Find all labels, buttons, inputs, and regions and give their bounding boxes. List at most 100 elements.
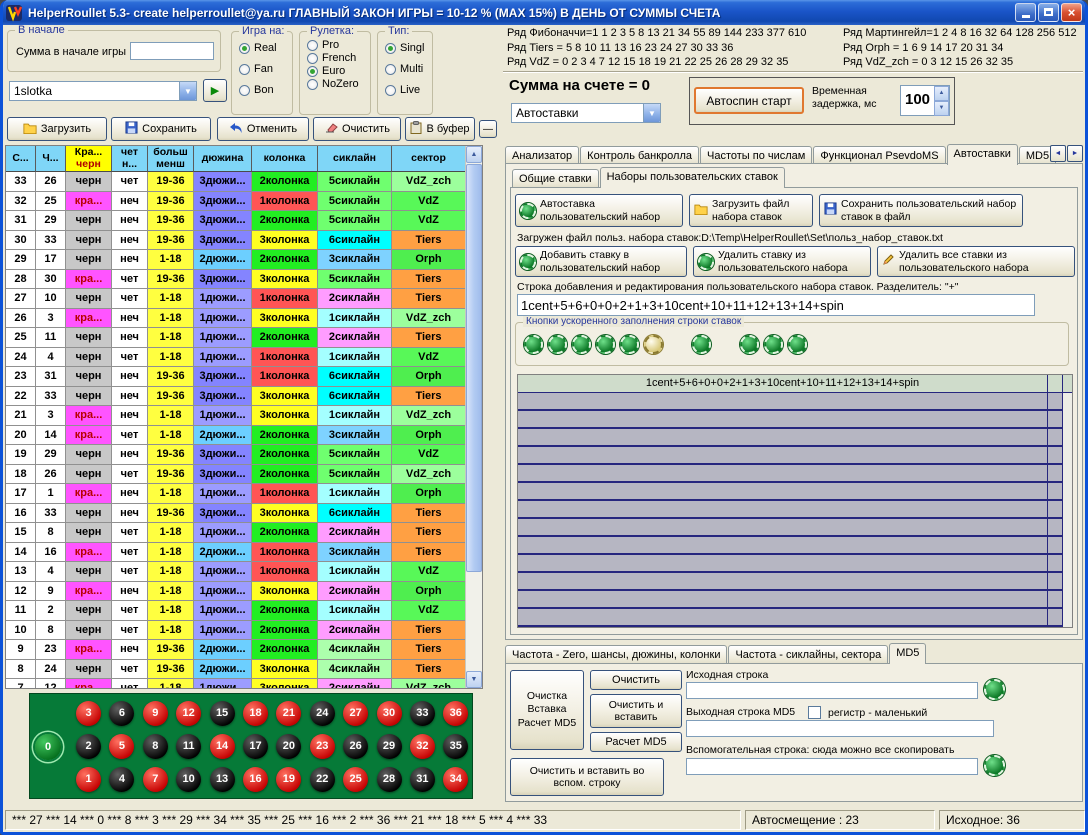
- chevron-down-icon[interactable]: ▼: [643, 104, 660, 122]
- board-number-14[interactable]: 14: [210, 734, 235, 759]
- list-row[interactable]: [518, 501, 1072, 519]
- tab-1[interactable]: Контроль банкролла: [580, 146, 699, 164]
- list-row[interactable]: [518, 573, 1072, 591]
- spin-row[interactable]: 2233черннеч19-363дюжи...3колонка6сиклайн…: [6, 387, 482, 407]
- column-header[interactable]: четн...: [112, 146, 148, 172]
- radio-option-pro[interactable]: Pro: [300, 39, 370, 51]
- close-button[interactable]: ×: [1061, 3, 1082, 22]
- board-number-22[interactable]: 22: [310, 767, 335, 792]
- board-number-33[interactable]: 33: [410, 701, 435, 726]
- column-header[interactable]: Ч...: [36, 146, 66, 172]
- md5-clear-paste-helper-button[interactable]: Очистить и вставить во вспом. строку: [510, 758, 664, 796]
- collapse-button[interactable]: —: [479, 120, 497, 138]
- spin-row[interactable]: 3225кра...неч19-363дюжи...1колонка5сикла…: [6, 192, 482, 212]
- spin-row[interactable]: 158чернчет1-181дюжи...2колонка2сиклайнTi…: [6, 523, 482, 543]
- spin-row[interactable]: 824чернчет19-362дюжи...3колонка4сиклайнT…: [6, 660, 482, 680]
- radio-option-real[interactable]: Real: [232, 42, 292, 54]
- scroll-down-icon[interactable]: ▼: [466, 671, 482, 688]
- save-set-file-button[interactable]: Сохранить пользовательский набор ставок …: [819, 194, 1023, 227]
- list-row[interactable]: [518, 411, 1072, 429]
- load-set-file-button[interactable]: Загрузить файл набора ставок: [689, 194, 813, 227]
- board-number-25[interactable]: 25: [343, 767, 368, 792]
- md5-clear-paste-button[interactable]: Очистить и вставить: [590, 694, 682, 728]
- md5-clear-button[interactable]: Очистить: [590, 670, 682, 690]
- quick-chip-button[interactable]: [572, 335, 591, 354]
- spin-row[interactable]: 213кра...неч1-181дюжи...3колонка1сиклайн…: [6, 406, 482, 426]
- md5-calc-button[interactable]: Расчет MD5: [590, 732, 682, 752]
- md5-master-button[interactable]: Очистка Вставка Расчет MD5: [510, 670, 584, 750]
- column-header[interactable]: С...: [6, 146, 36, 172]
- chevron-down-icon[interactable]: ▼: [179, 82, 196, 100]
- play-button[interactable]: ▶: [203, 79, 227, 102]
- clear-button[interactable]: Очистить: [313, 117, 401, 141]
- quick-chip-button[interactable]: [620, 335, 639, 354]
- spin-row[interactable]: 1633черннеч19-363дюжи...3колонка6сиклайн…: [6, 504, 482, 524]
- list-row[interactable]: [518, 609, 1072, 627]
- quick-chip-button[interactable]: [788, 335, 807, 354]
- quick-chip-button[interactable]: [596, 335, 615, 354]
- spin-row[interactable]: 108чернчет1-181дюжи...2колонка2сиклайнTi…: [6, 621, 482, 641]
- board-number-8[interactable]: 8: [143, 734, 168, 759]
- delay-spinner[interactable]: 100 ▲ ▼: [900, 85, 950, 116]
- stakes-list-header[interactable]: 1cent+5+6+0+0+2+1+3+10cent+10+11+12+13+1…: [518, 375, 1072, 393]
- quick-chip-button[interactable]: [644, 335, 663, 354]
- radio-option-euro[interactable]: Euro: [300, 65, 370, 77]
- radio-option-nozero[interactable]: NoZero: [300, 78, 370, 90]
- board-number-36[interactable]: 36: [443, 701, 468, 726]
- title-bar[interactable]: HelperRoullet 5.3- create helperroullet@…: [0, 0, 1088, 25]
- tab-0[interactable]: Общие ставки: [512, 169, 599, 187]
- quick-chip-button[interactable]: [548, 335, 567, 354]
- list-row[interactable]: [518, 537, 1072, 555]
- scroll-up-icon[interactable]: ▲: [466, 146, 482, 163]
- board-number-10[interactable]: 10: [176, 767, 201, 792]
- autostakes-combo[interactable]: Автоставки ▼: [511, 103, 661, 123]
- tab-2[interactable]: MD5: [889, 643, 926, 664]
- board-number-31[interactable]: 31: [410, 767, 435, 792]
- list-row[interactable]: [518, 393, 1072, 411]
- spin-row[interactable]: 2511черннеч1-181дюжи...2колонка2сиклайнT…: [6, 328, 482, 348]
- md5-source-chip-button[interactable]: [984, 679, 1005, 700]
- board-number-27[interactable]: 27: [343, 701, 368, 726]
- board-number-11[interactable]: 11: [176, 734, 201, 759]
- board-number-26[interactable]: 26: [343, 734, 368, 759]
- autospin-start-button[interactable]: Автоспин старт: [694, 87, 804, 114]
- column-header[interactable]: сектор: [392, 146, 465, 172]
- spin-row[interactable]: 1416кра...чет1-182дюжи...1колонка3сиклай…: [6, 543, 482, 563]
- save-button[interactable]: Сохранить: [111, 117, 211, 141]
- radio-option-singl[interactable]: Singl: [378, 42, 432, 54]
- spin-row[interactable]: 244чернчет1-181дюжи...1колонка1сиклайнVd…: [6, 348, 482, 368]
- board-number-4[interactable]: 4: [109, 767, 134, 792]
- quick-chip-button[interactable]: [740, 335, 759, 354]
- board-number-28[interactable]: 28: [377, 767, 402, 792]
- stakes-list-header-cell[interactable]: 1cent+5+6+0+0+2+1+3+10cent+10+11+12+13+1…: [518, 375, 1048, 392]
- list-row[interactable]: [518, 447, 1072, 465]
- list-row[interactable]: [518, 465, 1072, 483]
- spin-row[interactable]: 923кра...неч19-362дюжи...2колонка4сиклай…: [6, 640, 482, 660]
- table-scrollbar[interactable]: ▲ ▼: [465, 146, 482, 688]
- board-number-21[interactable]: 21: [276, 701, 301, 726]
- radio-option-fan[interactable]: Fan: [232, 63, 292, 75]
- list-row[interactable]: [518, 555, 1072, 573]
- board-number-0[interactable]: 0: [35, 734, 61, 760]
- radio-option-bon[interactable]: Bon: [232, 84, 292, 96]
- quick-chip-button[interactable]: [692, 335, 711, 354]
- board-number-17[interactable]: 17: [243, 734, 268, 759]
- tab-3[interactable]: Функционал PsevdoMS: [813, 146, 945, 164]
- board-number-18[interactable]: 18: [243, 701, 268, 726]
- md5-output-input[interactable]: [686, 720, 994, 737]
- board-number-30[interactable]: 30: [377, 701, 402, 726]
- add-stake-button[interactable]: Добавить ставку в пользовательский набор: [515, 246, 687, 277]
- list-row[interactable]: [518, 429, 1072, 447]
- minimize-button[interactable]: [1015, 3, 1036, 22]
- board-number-32[interactable]: 32: [410, 734, 435, 759]
- remove-all-stakes-button[interactable]: Удалить все ставки из пользовательского …: [877, 246, 1075, 277]
- radio-option-live[interactable]: Live: [378, 84, 432, 96]
- tab-1[interactable]: Наборы пользовательских ставок: [600, 167, 785, 188]
- spin-row[interactable]: 1929черннеч19-363дюжи...2колонка5сиклайн…: [6, 445, 482, 465]
- board-number-5[interactable]: 5: [109, 734, 134, 759]
- board-number-12[interactable]: 12: [176, 701, 201, 726]
- board-number-9[interactable]: 9: [143, 701, 168, 726]
- list-row[interactable]: [518, 591, 1072, 609]
- radio-option-french[interactable]: French: [300, 52, 370, 64]
- spin-row[interactable]: 2917черннеч1-182дюжи...2колонка3сиклайнO…: [6, 250, 482, 270]
